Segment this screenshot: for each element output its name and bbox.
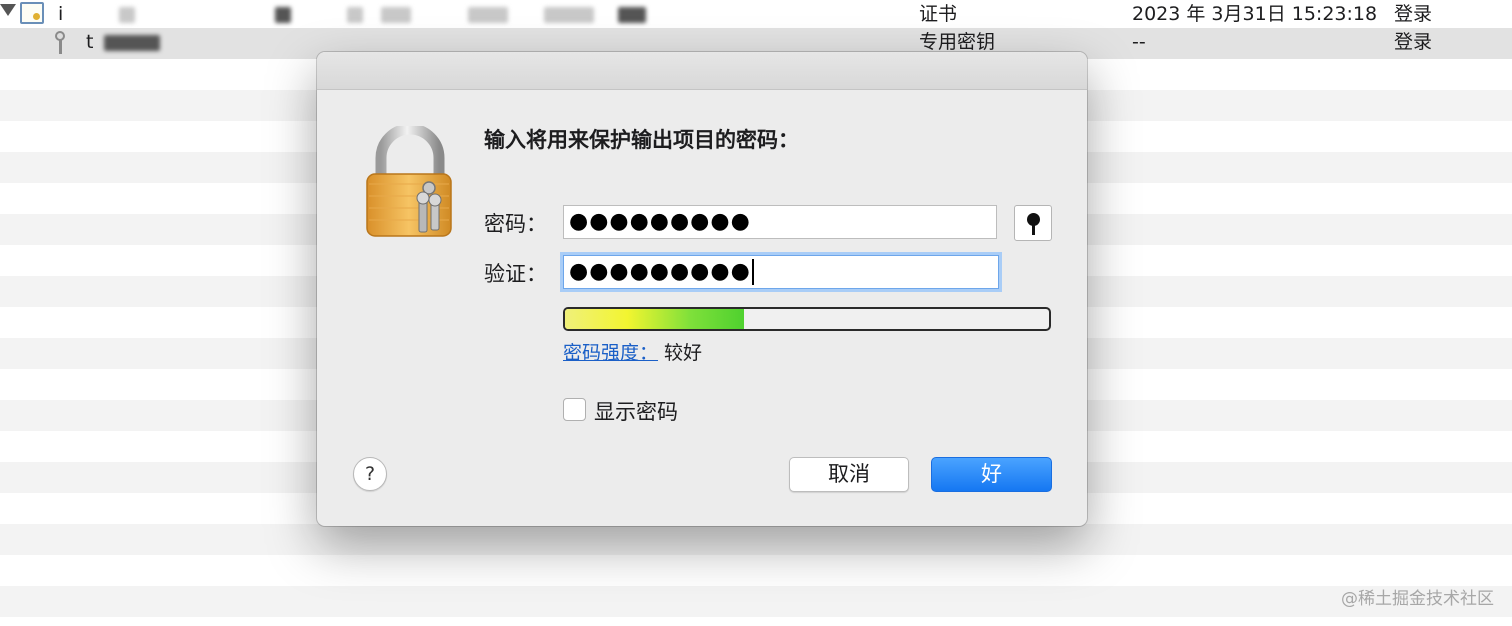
row-name-text: t bbox=[86, 31, 94, 53]
redacted-text bbox=[381, 6, 412, 23]
redacted-text bbox=[617, 6, 646, 23]
password-strength-meter bbox=[563, 307, 1051, 331]
password-strength: 密码强度： 较好 bbox=[563, 338, 702, 365]
certificate-icon bbox=[20, 2, 44, 24]
row-name: i bbox=[58, 0, 646, 28]
help-button[interactable]: ? bbox=[353, 457, 387, 491]
redacted-text bbox=[103, 34, 160, 51]
export-password-dialog: 输入将用来保护输出项目的密码： 密码： ●●●●●●●●● 验证： ●●●●●●… bbox=[317, 52, 1087, 526]
row-name-text: i bbox=[58, 3, 64, 25]
redacted-text bbox=[467, 6, 508, 23]
text-caret bbox=[751, 259, 754, 285]
row-keychain: 登录 bbox=[1394, 31, 1433, 53]
disclosure-triangle-icon[interactable] bbox=[0, 4, 16, 16]
watermark: @稀土掘金技术社区 bbox=[1341, 589, 1494, 609]
show-password-checkbox[interactable] bbox=[563, 398, 586, 421]
dialog-titlebar[interactable] bbox=[317, 52, 1087, 90]
password-field[interactable]: ●●●●●●●●● bbox=[563, 205, 997, 239]
key-icon bbox=[54, 31, 66, 55]
dialog-prompt: 输入将用来保护输出项目的密码： bbox=[484, 128, 799, 152]
row-date: -- bbox=[1132, 31, 1146, 53]
password-assistant-button[interactable] bbox=[1014, 205, 1052, 241]
password-strength-fill bbox=[565, 309, 745, 329]
password-strength-link[interactable]: 密码强度： bbox=[563, 342, 658, 364]
table-row[interactable]: i 证书 2023 年 3月31日 15:23:18 登录 bbox=[0, 0, 1512, 31]
row-date: 2023 年 3月31日 15:23:18 bbox=[1132, 3, 1378, 25]
password-label: 密码： bbox=[484, 212, 547, 236]
password-strength-value: 较好 bbox=[664, 342, 703, 364]
password-value: ●●●●●●●●● bbox=[569, 209, 751, 234]
redacted-text bbox=[347, 6, 364, 23]
ok-button[interactable]: 好 bbox=[931, 457, 1052, 492]
redacted-text bbox=[275, 6, 292, 23]
row-name: t bbox=[86, 28, 160, 56]
cancel-button[interactable]: 取消 bbox=[789, 457, 909, 492]
row-kind: 证书 bbox=[919, 3, 958, 25]
list-stripe bbox=[0, 524, 1512, 555]
row-keychain: 登录 bbox=[1394, 3, 1433, 25]
redacted-text bbox=[543, 6, 594, 23]
verify-value: ●●●●●●●●● bbox=[569, 259, 751, 284]
redacted-text bbox=[119, 6, 136, 23]
show-password-label[interactable]: 显示密码 bbox=[594, 396, 678, 426]
verify-field[interactable]: ●●●●●●●●● bbox=[563, 255, 999, 289]
list-stripe bbox=[0, 586, 1512, 617]
verify-label: 验证： bbox=[484, 262, 547, 286]
padlock-icon bbox=[366, 126, 452, 237]
